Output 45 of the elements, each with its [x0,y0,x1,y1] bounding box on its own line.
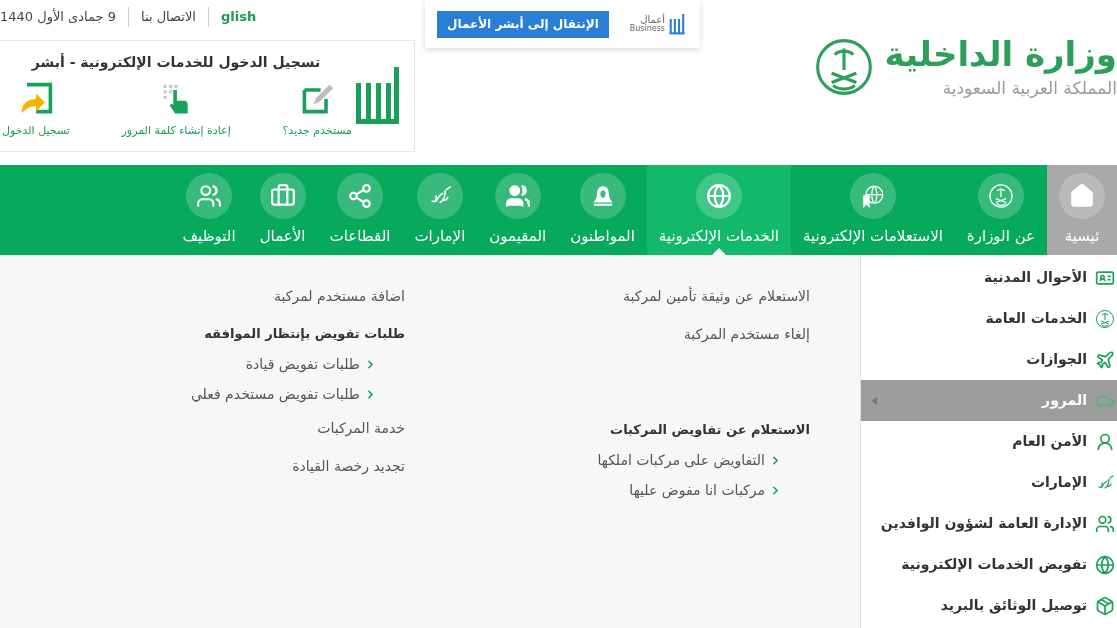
sidebar-item[interactable]: توصيل الوثائق بالبريد [861,585,1117,626]
language-link[interactable]: glish [220,7,257,27]
submenu-link[interactable]: اضافة مستخدم لمركبة [274,277,405,315]
network-icon [347,182,373,209]
sidebar-item[interactable]: تفويض الخدمات الإلكترونية [861,544,1117,585]
submenu-sublink[interactable]: طلبات تفويض قيادة [245,349,405,379]
officer-icon [1095,431,1115,452]
globe-icon [1095,554,1115,575]
login-panel-title: تسجيل الدخول للخدمات الإلكترونية - أبشر [31,52,321,73]
sidebar-item[interactable]: الخدمات العامة [861,298,1117,339]
business-logo-subtext: Business [629,25,665,33]
submenu-link[interactable]: خدمة المركبات [317,409,405,447]
submenu-sublink[interactable]: مركبات انا مفوض عليها [629,475,810,505]
login-action-link[interactable]: إعادة إنشاء كلمة المرور [121,81,231,140]
business-portal-button[interactable]: الإنتقال إلى أبشر الأعمال [437,10,609,38]
team-icon [196,182,223,209]
emblem-icon [1095,308,1115,329]
submenu-link[interactable]: تجديد رخصة القيادة [292,447,405,485]
business-logo-text: أعمال [640,15,665,25]
hijri-date: 9 جمادى الأول 1440 [0,7,116,27]
country-name: المملكة العربية السعودية [942,77,1117,100]
submenu-heading: الاستعلام عن تفاويض المركبات [610,421,810,440]
submenu-link[interactable]: الاستعلام عن وثيقة تأمين لمركبة [623,277,810,315]
people-icon [1095,513,1115,534]
ministry-name: وزارة الداخلية [884,33,1117,76]
home-icon [1069,182,1095,209]
sidebar-item[interactable]: الإمارات [861,462,1117,503]
submenu-heading: طلبات تفويض بإنتظار الموافقه [204,325,405,344]
sidebar-item[interactable]: الأمن العام [861,421,1117,462]
submenu-sublink[interactable]: طلبات تفويض مستخدم فعلي [190,379,405,409]
submenu-sublink[interactable]: التفاويض على مركبات املكها [597,445,810,475]
contact-link[interactable]: الاتصال بنا [141,7,196,27]
login-action-link[interactable]: تسجيل الدخول [2,81,70,140]
emblem-icon [987,182,1014,209]
login-action-link[interactable]: مستخدم جديد؟ [282,81,352,140]
briefcase-icon [269,182,296,209]
sidebar-item[interactable]: الجوازات [861,339,1117,380]
submenu-link[interactable]: إلغاء مستخدم المركبة [683,315,810,353]
people-icon [504,182,531,209]
globe-icon [705,182,732,209]
sidebar-item[interactable]: الأحوال المدنية [861,257,1117,298]
package-icon [1095,595,1115,616]
caret-icon [871,396,877,405]
sidebar-item[interactable]: الإدارة العامة لشؤون الوافدين [861,503,1117,544]
plane-icon [1095,349,1115,370]
